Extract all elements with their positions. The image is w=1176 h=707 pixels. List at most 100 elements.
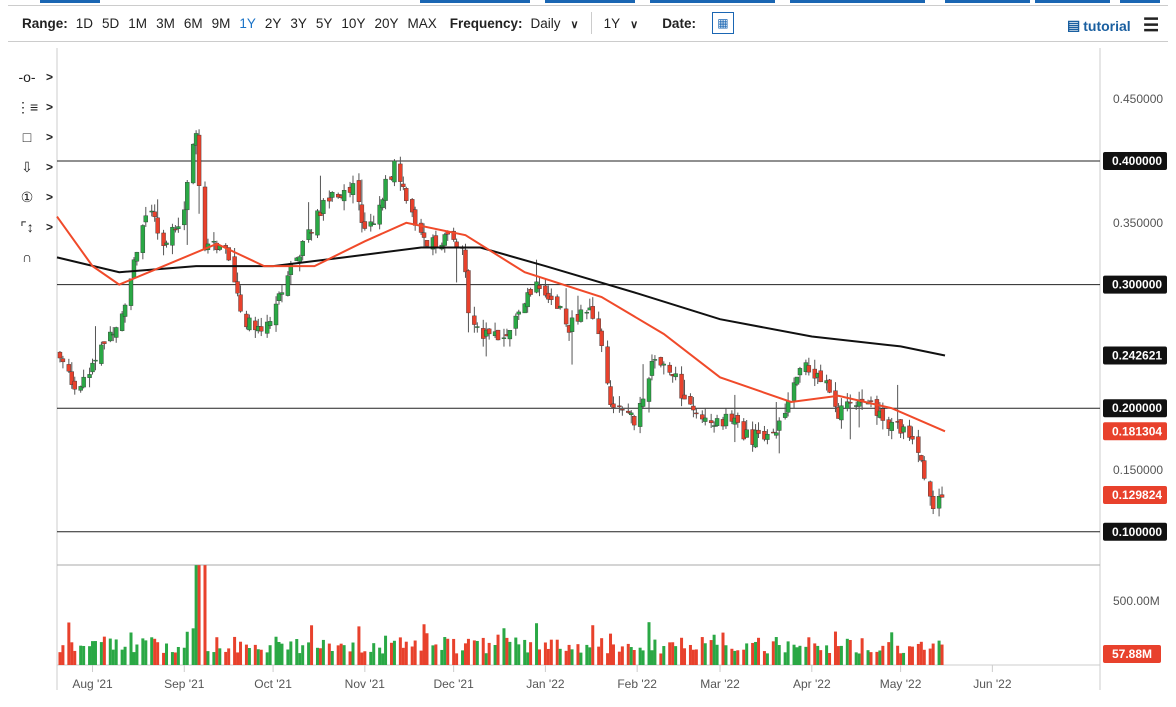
volume-bar xyxy=(197,565,201,665)
candle xyxy=(143,206,149,227)
candle xyxy=(584,310,590,320)
last-volume-label: 57.88M xyxy=(1112,647,1152,661)
volume-bar xyxy=(683,648,687,665)
volume-bar xyxy=(860,638,864,665)
candle xyxy=(176,217,181,233)
volume-bar xyxy=(745,643,749,665)
volume-bar xyxy=(922,649,926,665)
candle xyxy=(812,359,817,387)
volume-bar xyxy=(218,648,222,665)
candle xyxy=(537,276,542,297)
volume-bar xyxy=(931,643,935,665)
volume-bar xyxy=(227,648,231,665)
volume-bar xyxy=(567,644,571,665)
ma-fast-line xyxy=(56,216,946,433)
candle xyxy=(646,376,652,413)
volume-bar xyxy=(67,622,71,665)
volume-bar xyxy=(688,644,692,665)
volume-bar xyxy=(659,653,663,665)
volume-bar xyxy=(848,639,852,665)
volume-bar xyxy=(777,645,781,665)
volume-bar xyxy=(286,649,290,665)
candle xyxy=(412,206,418,231)
volume-bar xyxy=(461,650,465,665)
candle xyxy=(259,317,264,337)
volume-bar xyxy=(609,633,613,665)
volume-bar xyxy=(804,646,808,665)
volume-bar xyxy=(475,640,479,665)
x-tick-label: Nov '21 xyxy=(345,677,386,691)
volume-bar xyxy=(301,645,305,665)
volume-bar xyxy=(194,565,198,665)
volume-bar xyxy=(786,641,790,665)
volume-bar xyxy=(398,637,402,665)
volume-bar xyxy=(783,652,787,665)
volume-bar xyxy=(617,651,621,665)
volume-bar xyxy=(671,642,675,665)
candle xyxy=(81,369,86,389)
volume-bar xyxy=(742,649,746,665)
volume-bar xyxy=(487,642,491,665)
volume-bar xyxy=(626,643,630,665)
volume-bar xyxy=(733,650,737,665)
volume-bar xyxy=(691,649,695,665)
volume-bar xyxy=(792,644,796,665)
volume-bar xyxy=(650,650,654,665)
volume-bar xyxy=(357,626,361,665)
price-chart[interactable]: 0.450000 0.350000 0.150000 0.400000 0.300000… xyxy=(0,0,1176,707)
volume-bar xyxy=(165,643,169,665)
volume-bar xyxy=(526,652,530,665)
candle xyxy=(806,357,812,376)
volume-bar xyxy=(280,643,284,665)
volume-bar xyxy=(730,648,734,665)
volume-bar xyxy=(233,636,237,665)
volume-bar xyxy=(141,638,145,665)
volume-bar xyxy=(268,645,272,665)
candle xyxy=(735,412,740,428)
volume-bar xyxy=(606,653,610,665)
volume-bar xyxy=(517,644,521,665)
volume-bar xyxy=(762,651,766,665)
ma-slow-label: 0.242621 xyxy=(1112,349,1162,363)
candle xyxy=(596,311,601,335)
volume-bar xyxy=(295,639,299,665)
volume-bar xyxy=(307,642,311,665)
volume-bar xyxy=(771,641,775,665)
volume-bar xyxy=(215,637,219,665)
volume-bar xyxy=(754,641,758,665)
volume-bar xyxy=(549,639,553,665)
candle xyxy=(140,224,146,260)
volume-bar xyxy=(523,639,527,665)
volume-bar xyxy=(419,650,423,665)
volume-bar xyxy=(351,642,355,665)
volume-bar xyxy=(327,643,331,665)
volume-bar xyxy=(555,639,559,665)
volume-bar xyxy=(641,650,645,665)
volume-bar xyxy=(703,643,707,665)
candle xyxy=(649,354,655,381)
volume-bar xyxy=(736,650,740,665)
candle xyxy=(368,213,373,232)
candle xyxy=(501,328,507,347)
volume-bar xyxy=(807,637,811,665)
volume-bar xyxy=(836,646,840,665)
volume-bar xyxy=(570,649,574,665)
volume-bar xyxy=(224,651,228,665)
volume-bar xyxy=(700,637,704,665)
volume-bar xyxy=(111,649,115,665)
candle xyxy=(472,306,477,333)
volume-bar xyxy=(940,644,944,665)
volume-bar xyxy=(135,644,139,665)
volume-bar xyxy=(88,646,92,665)
volume-bar xyxy=(440,649,444,665)
volume-bar xyxy=(239,641,243,665)
volume-bar xyxy=(546,648,550,665)
volume-bar xyxy=(919,641,923,665)
candle xyxy=(321,198,326,221)
volume-bar xyxy=(600,638,604,665)
volume-bar xyxy=(392,640,396,665)
candle xyxy=(848,394,853,440)
volume-bar xyxy=(724,645,728,665)
candle xyxy=(839,398,844,429)
volume-bar xyxy=(721,632,725,665)
